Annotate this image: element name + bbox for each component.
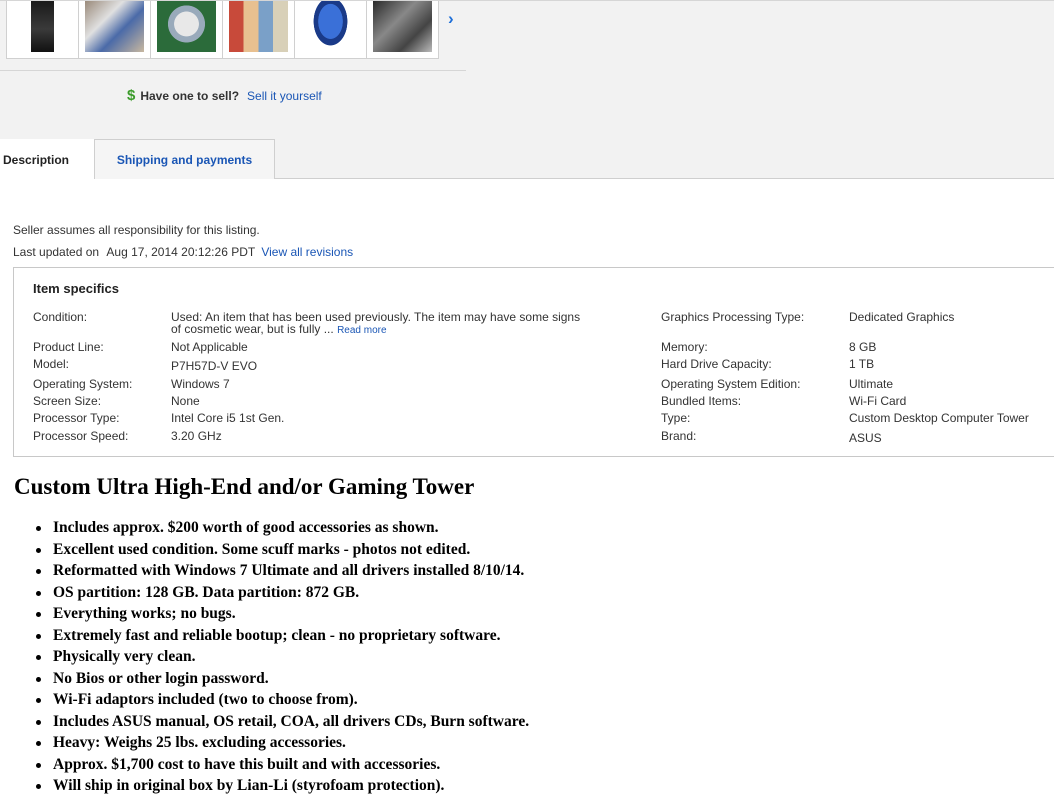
accessories-image xyxy=(85,1,144,52)
list-item: No Bios or other login password. xyxy=(35,668,529,690)
spec-value: 3.20 GHz xyxy=(171,429,222,443)
sell-prompt-row: $ Have one to sell? Sell it yourself xyxy=(127,87,322,104)
thumbnail-cd[interactable] xyxy=(150,1,223,59)
spec-label: Processor Type: xyxy=(33,411,120,425)
chevron-right-icon[interactable]: › xyxy=(448,9,454,29)
spec-value: 8 GB xyxy=(849,340,877,354)
thumbnail-mouse[interactable] xyxy=(294,1,367,59)
list-item: Wi-Fi adaptors included (two to choose f… xyxy=(35,689,529,711)
dollar-icon: $ xyxy=(127,87,136,104)
list-item: Reformatted with Windows 7 Ultimate and … xyxy=(35,560,529,582)
listing-title: Custom Ultra High-End and/or Gaming Towe… xyxy=(14,474,475,499)
condition-text-continued: of cosmetic wear, but is fully ... xyxy=(171,322,334,336)
view-all-revisions-link[interactable]: View all revisions xyxy=(261,245,353,259)
read-more-link[interactable]: Read more xyxy=(337,325,386,336)
thumbnail-strip xyxy=(6,1,439,59)
spec-label: Operating System: xyxy=(33,377,133,391)
sell-prompt-text: Have one to sell? xyxy=(140,88,240,103)
list-item: Extremely fast and reliable bootup; clea… xyxy=(35,625,529,647)
item-specifics-box: Item specifics Condition: Used: An item … xyxy=(13,267,1054,457)
thumbnail-motherboard[interactable] xyxy=(366,1,439,59)
spec-value: Intel Core i5 1st Gen. xyxy=(171,411,285,425)
spec-value: Wi-Fi Card xyxy=(849,394,907,408)
spec-label: Model: xyxy=(33,357,70,371)
list-item: OS partition: 128 GB. Data partition: 87… xyxy=(35,582,529,604)
list-item: Will ship in original box by Lian-Li (st… xyxy=(35,775,529,797)
last-updated-label: Last updated on xyxy=(13,245,100,259)
item-specifics-title: Item specifics xyxy=(33,281,119,296)
motherboard-image xyxy=(373,1,432,52)
list-item: Heavy: Weighs 25 lbs. excluding accessor… xyxy=(35,732,529,754)
spec-label: Processor Speed: xyxy=(33,429,129,443)
sell-it-yourself-link[interactable]: Sell it yourself xyxy=(247,89,322,103)
list-item: Includes approx. $200 worth of good acce… xyxy=(35,517,529,539)
divider xyxy=(0,70,466,71)
last-updated-row: Last updated on Aug 17, 2014 20:12:26 PD… xyxy=(13,245,353,259)
spec-label: Product Line: xyxy=(33,340,104,354)
spec-label: Hard Drive Capacity: xyxy=(661,357,772,371)
thumbnail-computer-tower[interactable] xyxy=(6,1,79,59)
spec-value: Dedicated Graphics xyxy=(849,310,955,324)
spec-value: Not Applicable xyxy=(171,340,248,354)
computer-tower-image xyxy=(31,1,54,52)
spec-label: Condition: xyxy=(33,310,88,324)
thumbnail-accessories[interactable] xyxy=(78,1,151,59)
list-item: Includes ASUS manual, OS retail, COA, al… xyxy=(35,711,529,733)
spec-label: Graphics Processing Type: xyxy=(661,310,805,324)
spec-label: Type: xyxy=(661,411,691,425)
cd-image xyxy=(157,1,216,52)
spec-value: None xyxy=(171,394,200,408)
tab-shipping-and-payments[interactable]: Shipping and payments xyxy=(94,139,275,179)
mouse-image xyxy=(309,1,352,52)
spec-value: ASUS xyxy=(849,431,882,445)
spec-value: P7H57D-V EVO xyxy=(171,359,258,373)
list-item: Excellent used condition. Some scuff mar… xyxy=(35,539,529,561)
seller-responsibility-note: Seller assumes all responsibility for th… xyxy=(13,223,260,237)
software-boxes-image xyxy=(229,1,288,52)
spec-value: Windows 7 xyxy=(171,377,230,391)
last-updated-date: Aug 17, 2014 20:12:26 PDT xyxy=(106,245,255,259)
spec-label: Memory: xyxy=(661,340,708,354)
list-item: Approx. $1,700 cost to have this built a… xyxy=(35,754,529,776)
spec-value-condition-continued: of cosmetic wear, but is fully ... Read … xyxy=(171,323,387,337)
spec-value: Custom Desktop Computer Tower xyxy=(849,411,1029,425)
list-item: Physically very clean. xyxy=(35,646,529,668)
thumbnail-software-boxes[interactable] xyxy=(222,1,295,59)
list-item: Everything works; no bugs. xyxy=(35,603,529,625)
tab-bar: Description Shipping and payments xyxy=(0,139,1054,180)
spec-label: Bundled Items: xyxy=(661,394,742,408)
spec-value: Ultimate xyxy=(849,377,894,391)
spec-label: Operating System Edition: xyxy=(661,377,801,391)
feature-list: Includes approx. $200 worth of good acce… xyxy=(35,517,529,797)
tab-description[interactable]: Description xyxy=(0,139,94,180)
spec-label: Screen Size: xyxy=(33,394,102,408)
spec-value: 1 TB xyxy=(849,357,875,371)
spec-label: Brand: xyxy=(661,429,697,443)
